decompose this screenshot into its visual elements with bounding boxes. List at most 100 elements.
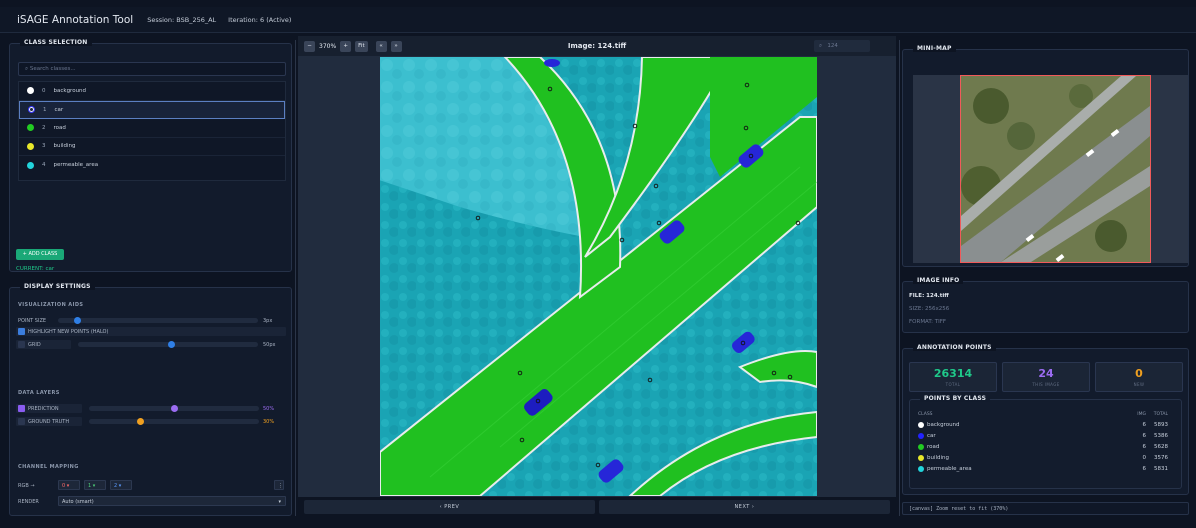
image-search-input[interactable]: ⌕ 124 bbox=[814, 40, 870, 52]
class-color-swatch bbox=[918, 421, 924, 428]
point-size-slider[interactable] bbox=[58, 317, 258, 324]
grid-label: GRID bbox=[28, 342, 41, 348]
class-item-permeable-area[interactable]: 4 permeable_area bbox=[19, 156, 285, 175]
ground-truth-opacity-value: 30% bbox=[263, 419, 275, 425]
next-button[interactable]: NEXT › bbox=[599, 500, 890, 514]
col-class: CLASS bbox=[918, 412, 933, 417]
new-points-value: 0 bbox=[1135, 367, 1143, 380]
red-channel-select[interactable]: 0 ▾ bbox=[58, 480, 80, 490]
blue-channel-select[interactable]: 2 ▾ bbox=[110, 480, 132, 490]
point-size-slider-knob[interactable] bbox=[74, 317, 81, 324]
prediction-toggle[interactable]: PREDICTION bbox=[16, 404, 82, 413]
points-row-img: 6 bbox=[1142, 465, 1147, 472]
grid-size-slider[interactable] bbox=[78, 341, 258, 348]
prediction-opacity-value: 50% bbox=[263, 406, 275, 412]
image-search-value: 124 bbox=[827, 43, 838, 49]
display-settings-panel: DISPLAY SETTINGS VISUALIZATION AIDS POIN… bbox=[9, 283, 292, 516]
new-points-label: NEW bbox=[1133, 382, 1145, 387]
this-image-points-card: 24 THIS IMAGE bbox=[1002, 362, 1090, 392]
session-label: Session: BSB_256_AL bbox=[147, 15, 217, 24]
points-row-img: 6 bbox=[1142, 432, 1147, 439]
class-color-swatch bbox=[918, 465, 924, 472]
prediction-opacity-knob[interactable] bbox=[171, 405, 178, 412]
class-name: background bbox=[53, 87, 87, 94]
class-color-swatch bbox=[27, 142, 34, 150]
class-color-swatch bbox=[27, 161, 34, 169]
rgb-label: RGB → bbox=[18, 483, 35, 489]
render-label: RENDER bbox=[18, 499, 39, 505]
image-file: FILE: 124.tiff bbox=[909, 293, 949, 299]
status-log: [canvas] Zoom reset to fit (370%) bbox=[902, 502, 1189, 515]
minimap-view[interactable] bbox=[913, 75, 1188, 263]
grid-checkbox[interactable] bbox=[18, 341, 25, 348]
right-splitter[interactable] bbox=[899, 40, 900, 516]
class-id: 0 bbox=[42, 87, 46, 94]
ground-truth-label: GROUND TRUTH bbox=[28, 419, 70, 425]
prev-button[interactable]: ‹ PREV bbox=[304, 500, 595, 514]
points-by-class-panel: POINTS BY CLASS CLASS IMG TOTAL backgrou… bbox=[909, 395, 1182, 489]
points-row-permeable-area: permeable_area 6 5831 bbox=[918, 464, 1168, 473]
class-item-background[interactable]: 0 background bbox=[19, 82, 285, 101]
grid-size-slider-knob[interactable] bbox=[168, 341, 175, 348]
ground-truth-opacity-knob[interactable] bbox=[137, 418, 144, 425]
add-class-button[interactable]: + ADD CLASS bbox=[16, 249, 64, 260]
car-mask bbox=[544, 59, 560, 67]
points-row-total: 3576 bbox=[1154, 454, 1168, 461]
class-item-car[interactable]: 1 car bbox=[19, 100, 285, 119]
class-search-input[interactable]: ⌕ Search classes... bbox=[18, 62, 286, 76]
search-icon: ⌕ bbox=[819, 43, 823, 49]
minimap-thumbnail bbox=[961, 76, 1150, 263]
class-color-swatch bbox=[918, 443, 924, 450]
channel-options-button[interactable]: ⋮ bbox=[274, 480, 284, 490]
data-layers-heading: DATA LAYERS bbox=[18, 390, 60, 396]
class-list: 0 background 1 car 2 road 3 building 4 p… bbox=[18, 81, 286, 181]
ground-truth-checkbox[interactable] bbox=[18, 418, 25, 425]
class-id: 2 bbox=[42, 124, 46, 131]
points-by-class-header: CLASS IMG TOTAL bbox=[918, 410, 1168, 419]
total-points-label: TOTAL bbox=[945, 382, 961, 387]
left-splitter[interactable] bbox=[295, 40, 296, 516]
highlight-checkbox[interactable] bbox=[18, 328, 25, 335]
red-channel-value: 0 bbox=[62, 483, 66, 489]
points-row-name: car bbox=[927, 432, 936, 439]
this-image-points-label: THIS IMAGE bbox=[1032, 382, 1060, 387]
render-mode-select[interactable]: Auto (smart) ▾ bbox=[58, 496, 286, 506]
points-row-name: road bbox=[927, 443, 940, 450]
prediction-opacity-slider[interactable] bbox=[89, 405, 259, 412]
grid-size-value: 50px bbox=[263, 342, 276, 348]
grid-toggle[interactable]: GRID bbox=[16, 340, 71, 349]
prediction-label: PREDICTION bbox=[28, 406, 59, 412]
annotation-points-panel: ANNOTATION POINTS 26314 TOTAL 24 THIS IM… bbox=[902, 344, 1189, 495]
ground-truth-toggle[interactable]: GROUND TRUTH bbox=[16, 417, 82, 426]
points-row-total: 5831 bbox=[1154, 465, 1168, 472]
class-name: road bbox=[53, 124, 66, 131]
image-info-title: IMAGE INFO bbox=[913, 277, 964, 284]
points-row-name: building bbox=[927, 454, 950, 461]
point-size-label: POINT SIZE bbox=[18, 318, 47, 324]
minimap-viewport[interactable] bbox=[960, 75, 1151, 263]
annotation-canvas[interactable] bbox=[380, 57, 817, 496]
class-item-building[interactable]: 3 building bbox=[19, 138, 285, 156]
green-channel-select[interactable]: 1 ▾ bbox=[84, 480, 106, 490]
class-id: 1 bbox=[43, 106, 47, 113]
points-by-class-title: POINTS BY CLASS bbox=[920, 395, 991, 402]
app-title: iSAGE Annotation Tool bbox=[17, 13, 134, 26]
image-info-panel: IMAGE INFO FILE: 124.tiff SIZE: 256x256 … bbox=[902, 277, 1189, 333]
point-size-value: 3px bbox=[263, 318, 273, 324]
col-img: IMG bbox=[1137, 412, 1146, 417]
points-row-road: road 6 5628 bbox=[918, 442, 1168, 451]
image-navigation: ‹ PREV NEXT › bbox=[298, 500, 896, 516]
annotation-points-title: ANNOTATION POINTS bbox=[913, 344, 996, 351]
class-item-road[interactable]: 2 road bbox=[19, 119, 285, 138]
points-row-car: car 6 5386 bbox=[918, 431, 1168, 440]
class-id: 3 bbox=[42, 143, 46, 150]
prediction-checkbox[interactable] bbox=[18, 405, 25, 412]
render-mode-value: Auto (smart) bbox=[62, 499, 94, 505]
points-row-total: 5386 bbox=[1154, 432, 1168, 439]
ground-truth-opacity-slider[interactable] bbox=[89, 418, 259, 425]
top-bar: iSAGE Annotation Tool Session: BSB_256_A… bbox=[0, 7, 1196, 33]
class-name: permeable_area bbox=[53, 162, 99, 169]
highlight-new-points-toggle[interactable]: HIGHLIGHT NEW POINTS (HALO) bbox=[16, 327, 286, 336]
points-row-name: permeable_area bbox=[927, 465, 972, 472]
minimap-panel: MINI-MAP bbox=[902, 45, 1189, 267]
